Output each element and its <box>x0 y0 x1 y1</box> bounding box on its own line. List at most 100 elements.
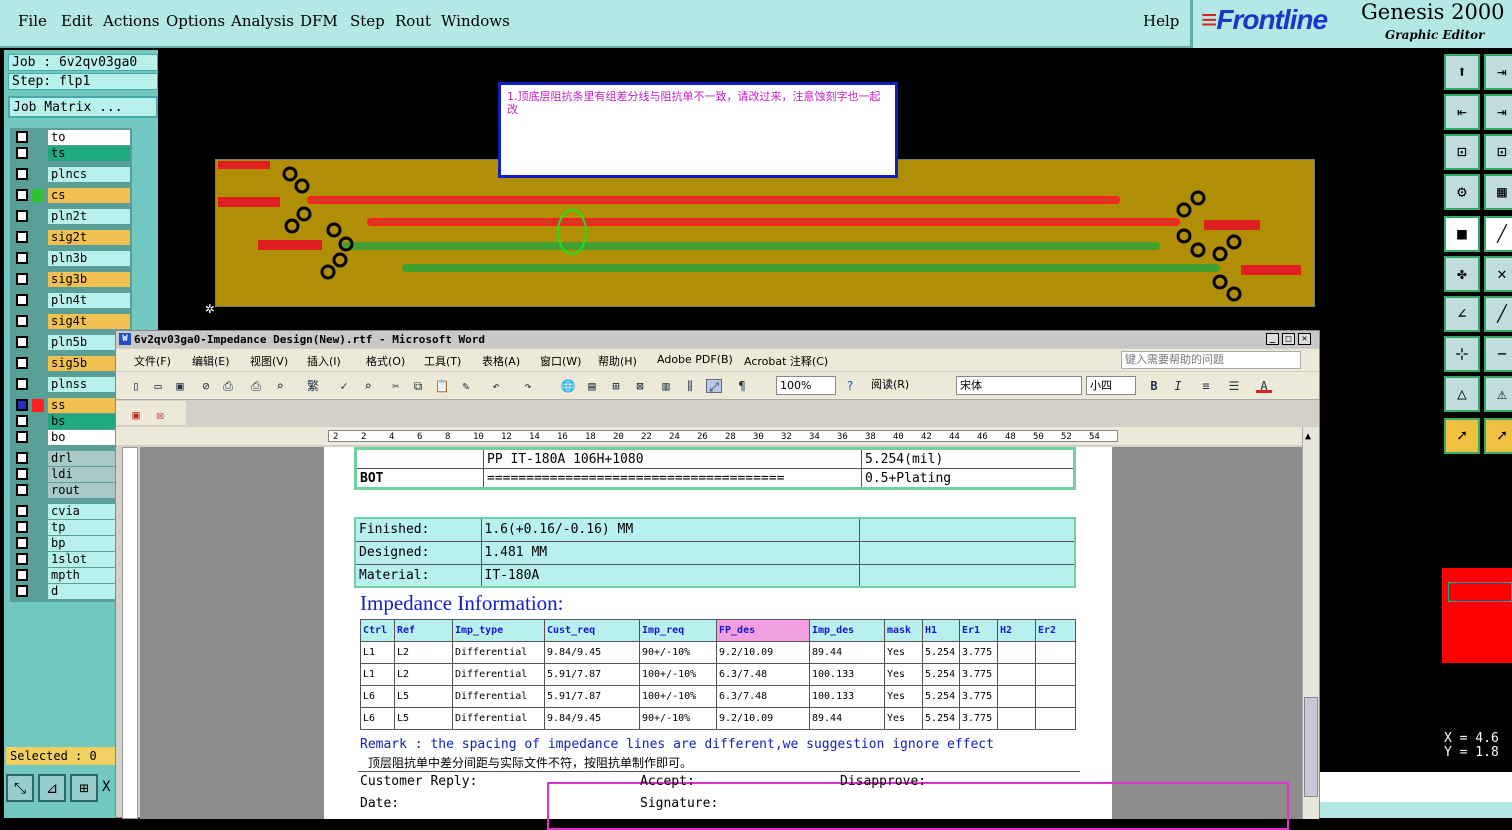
wmenu-table[interactable]: 表格(A) <box>482 353 520 369</box>
layer-row-ss[interactable]: ss <box>12 398 130 413</box>
layer-row-bo[interactable]: bo <box>12 430 130 445</box>
font-size-select[interactable]: 小四 <box>1086 376 1136 395</box>
scroll-up-icon[interactable]: ▲ <box>1305 431 1311 442</box>
layer-row-bp[interactable]: bp <box>12 536 130 551</box>
warning-icon[interactable]: ⚠ <box>1484 376 1512 412</box>
format-painter-icon[interactable]: ✎ <box>458 379 474 393</box>
menu-windows[interactable]: Windows <box>441 12 510 30</box>
net-icon[interactable]: ✤ <box>1444 256 1480 292</box>
line-icon[interactable]: ╱ <box>1484 216 1512 252</box>
triangle-icon[interactable]: △ <box>1444 376 1480 412</box>
menu-rout[interactable]: Rout <box>395 12 431 30</box>
move-left-icon[interactable]: ⇤ <box>1444 94 1480 130</box>
permission-icon[interactable]: ⊘ <box>198 379 214 393</box>
menu-actions[interactable]: Actions <box>103 12 159 30</box>
wmenu-view[interactable]: 视图(V) <box>250 353 288 369</box>
layer-checkbox[interactable] <box>16 147 28 159</box>
layer-row-pln2t[interactable]: pln2t <box>12 209 130 224</box>
wmenu-file[interactable]: 文件(F) <box>134 353 171 369</box>
zoom-select[interactable]: 100% <box>776 376 836 395</box>
menu-file[interactable]: File <box>18 12 47 30</box>
move-right-icon[interactable]: ⇥ <box>1484 94 1512 130</box>
layer-checkbox[interactable] <box>16 252 28 264</box>
layer-checkbox[interactable] <box>16 585 28 597</box>
align-icon[interactable]: ≡ <box>1198 379 1214 393</box>
menu-step[interactable]: Step <box>350 12 385 30</box>
cross-icon[interactable]: ✕ <box>1484 256 1512 292</box>
research-icon[interactable]: ⌕ <box>360 379 376 393</box>
angle-icon[interactable]: ∠ <box>1444 296 1480 332</box>
read-button[interactable]: 阅读(R) <box>868 376 932 395</box>
layer-row-plnss[interactable]: plnss <box>12 377 130 392</box>
minimize-icon[interactable]: _ <box>1266 333 1279 345</box>
wmenu-adobe-pdf[interactable]: Adobe PDF(B) <box>657 353 733 366</box>
hyperlink-icon[interactable]: 🌐 <box>560 379 576 393</box>
help-search-input[interactable]: 键入需要帮助的问题 <box>1121 351 1301 369</box>
layer-checkbox[interactable] <box>16 521 28 533</box>
move-icon[interactable]: ⇥ <box>1484 54 1512 90</box>
tables-borders-icon[interactable]: ▤ <box>584 379 600 393</box>
settings-icon[interactable]: ⚙ <box>1444 174 1480 210</box>
font-select[interactable]: 宋体 <box>956 376 1082 395</box>
layer-row-pln4t[interactable]: pln4t <box>12 293 130 308</box>
layer-row-sig2t[interactable]: sig2t <box>12 230 130 245</box>
layer-checkbox[interactable] <box>16 505 28 517</box>
layer-row-1slot[interactable]: 1slot <box>12 552 130 567</box>
pdf-convert-icon[interactable]: ▣ <box>128 408 144 422</box>
layer-checkbox[interactable] <box>16 131 28 143</box>
layer-checkbox[interactable] <box>16 273 28 285</box>
layer-row-cvia[interactable]: cvia <box>12 504 130 519</box>
save-icon[interactable]: ▣ <box>172 379 188 393</box>
scroll-thumb[interactable] <box>1304 697 1318 797</box>
wmenu-tools[interactable]: 工具(T) <box>424 353 461 369</box>
doc-map-icon[interactable]: ⤢ <box>706 379 722 394</box>
zoom-area-icon[interactable]: ⤡ <box>6 774 34 802</box>
minus-icon[interactable]: − <box>1484 336 1512 372</box>
layer-checkbox[interactable] <box>16 484 28 496</box>
layer-checkbox[interactable] <box>16 399 28 411</box>
layer-row-mpth[interactable]: mpth <box>12 568 130 583</box>
drawing-icon[interactable]: ⫼ <box>682 379 698 393</box>
snap-icon[interactable]: ⊹ <box>1444 336 1480 372</box>
menu-edit[interactable]: Edit <box>61 12 92 30</box>
layer-checkbox[interactable] <box>16 569 28 581</box>
layer-checkbox[interactable] <box>16 378 28 390</box>
excel-icon[interactable]: ⊠ <box>632 379 648 393</box>
layer-checkbox[interactable] <box>16 357 28 369</box>
open-icon[interactable]: ▭ <box>150 379 166 393</box>
move-up-icon[interactable]: ⬆ <box>1444 54 1480 90</box>
wmenu-format[interactable]: 格式(O) <box>366 353 405 369</box>
layer-checkbox[interactable] <box>16 315 28 327</box>
insert-table-icon[interactable]: ⊞ <box>608 379 624 393</box>
pointer-icon[interactable]: ➚ <box>1444 418 1480 454</box>
cut-icon[interactable]: ✂ <box>388 379 404 393</box>
fit-icon[interactable]: ⊡ <box>1444 134 1480 170</box>
close-icon[interactable]: ✕ <box>1298 333 1311 345</box>
layer-row-tp[interactable]: tp <box>12 520 130 535</box>
job-matrix-button[interactable]: Job Matrix ... <box>8 96 158 118</box>
layer-row-cs[interactable]: cs <box>12 188 130 203</box>
show-hide-icon[interactable]: ¶ <box>734 379 750 393</box>
paste-icon[interactable]: 📋 <box>434 379 450 393</box>
wmenu-help[interactable]: 帮助(H) <box>598 353 637 369</box>
layer-checkbox[interactable] <box>16 189 28 201</box>
layer-row-rout[interactable]: rout <box>12 483 130 498</box>
help-icon[interactable]: ? <box>842 379 858 393</box>
layer-checkbox[interactable] <box>16 168 28 180</box>
layer-row-drl[interactable]: drl <box>12 451 130 466</box>
layer-row-d[interactable]: d <box>12 584 130 599</box>
menu-help[interactable]: Help <box>1143 12 1179 30</box>
columns-icon[interactable]: ▥ <box>658 379 674 393</box>
layer-row-pln5b[interactable]: pln5b <box>12 335 130 350</box>
layer-row-sig3b[interactable]: sig3b <box>12 272 130 287</box>
layer-row-bs[interactable]: bs <box>12 414 130 429</box>
slash-icon[interactable]: ╱ <box>1484 296 1512 332</box>
layer-checkbox[interactable] <box>16 210 28 222</box>
vertical-scrollbar[interactable]: ▲ <box>1302 427 1319 819</box>
layer-checkbox[interactable] <box>16 231 28 243</box>
spelling-icon[interactable]: ✓ <box>336 379 352 393</box>
find-icon[interactable]: ⌕ <box>272 379 288 393</box>
layer-row-pln3b[interactable]: pln3b <box>12 251 130 266</box>
grid-icon[interactable]: ⊞ <box>70 774 98 802</box>
layer-row-sig5b[interactable]: sig5b <box>12 356 130 371</box>
